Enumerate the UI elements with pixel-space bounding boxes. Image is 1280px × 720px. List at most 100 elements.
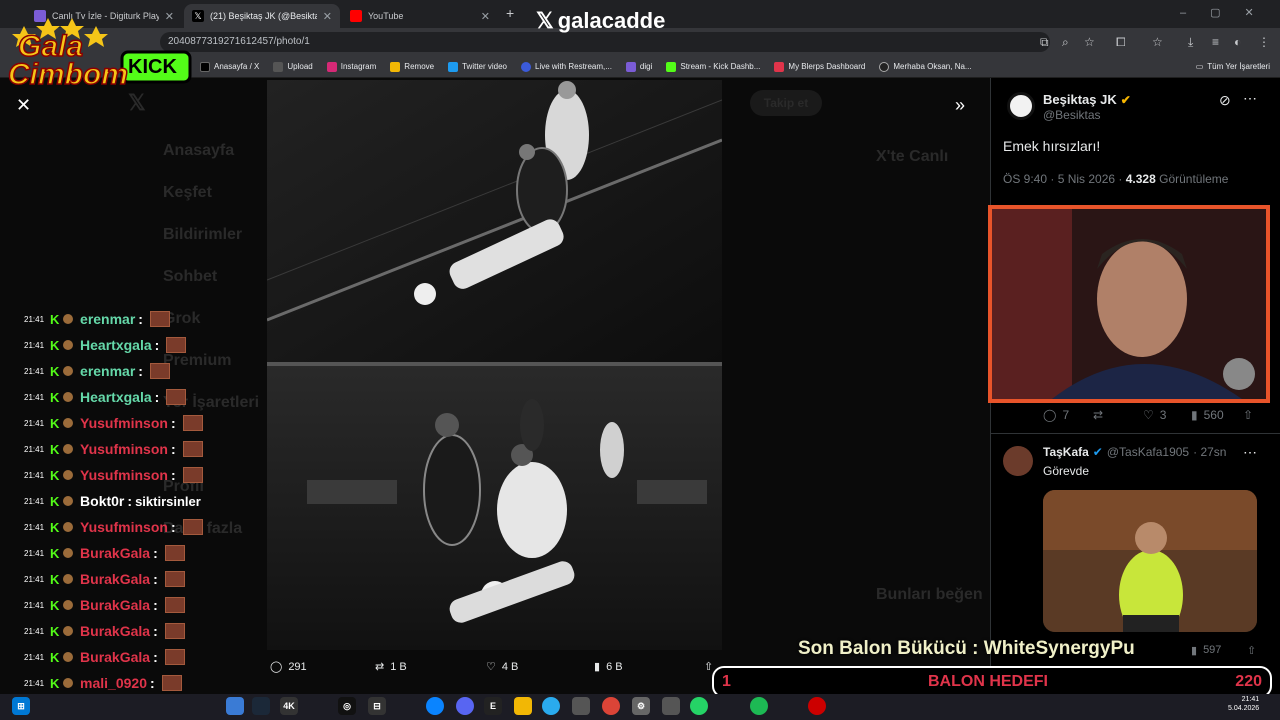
taskbar-app-icon[interactable] [426, 697, 444, 715]
chat-emote-icon [161, 675, 182, 691]
repost-icon[interactable]: ⇄ [1093, 408, 1103, 422]
chat-username[interactable]: BurakGala [80, 623, 150, 639]
avatar[interactable] [1007, 92, 1035, 120]
close-tab-icon[interactable]: ✕ [481, 10, 490, 23]
views-icon: ▮ [1191, 408, 1198, 422]
chat-username[interactable]: BurakGala [80, 649, 150, 665]
chat-emote-icon [164, 545, 185, 561]
balloon-label: Son Balon Bükücü : WhiteSynergyPu [798, 638, 1135, 659]
chat-username[interactable]: Yusufminson [80, 441, 168, 457]
share-action[interactable]: ⇧ [704, 660, 713, 673]
close-tab-icon[interactable]: ✕ [323, 10, 332, 23]
steam-icon[interactable] [252, 697, 270, 715]
chat-separator: : [170, 415, 176, 431]
whatsapp-icon[interactable] [690, 697, 708, 715]
tweet-likes[interactable]: ♡ 3 [1143, 408, 1166, 422]
settings-icon[interactable]: ⚙ [632, 697, 650, 715]
expand-panel-icon[interactable]: » [955, 95, 965, 116]
chat-username[interactable]: Heartxgala [80, 389, 152, 405]
tweet-handle[interactable]: @Besiktas [1043, 108, 1101, 122]
reply-action[interactable]: ◯ 291 [270, 660, 307, 674]
like-action[interactable]: ♡ 4 B [486, 660, 518, 674]
chat-separator: : [170, 441, 176, 457]
taskbar-app-icon[interactable]: ◎ [338, 697, 356, 715]
reading-list-icon[interactable]: ≡ [1212, 35, 1219, 49]
folder-icon[interactable] [514, 697, 532, 715]
chat-username[interactable]: erenmar [80, 311, 135, 327]
bookmark-item[interactable]: Merhaba Oksan, Na... [879, 61, 972, 72]
repost-action[interactable]: ⇄ 1 B [375, 660, 407, 674]
screen-cast-icon[interactable]: ⧉ [1040, 35, 1049, 50]
taskbar-app-icon[interactable] [662, 697, 680, 715]
kick-badge-icon: K [50, 389, 60, 405]
telegram-icon[interactable] [542, 697, 560, 715]
window-controls[interactable]: –▢✕ [1180, 6, 1278, 19]
discord-icon[interactable] [456, 697, 474, 715]
address-bar[interactable]: 2040877319271612457/photo/1 [160, 32, 1050, 52]
taskbar-app-icon[interactable]: ⊟ [368, 697, 386, 715]
grok-icon[interactable]: ⊘ [1219, 92, 1231, 109]
chat-username[interactable]: BurakGala [80, 597, 150, 613]
youtube-icon [350, 10, 362, 22]
bookmark-star-icon[interactable]: ☆ [1084, 35, 1095, 49]
share-icon[interactable]: ⇧ [1247, 644, 1256, 657]
all-bookmarks[interactable]: ▭ Tüm Yer İşaretleri [1196, 62, 1270, 71]
chat-username[interactable]: Heartxgala [80, 337, 152, 353]
more-options-icon[interactable]: ⋯ [1243, 444, 1257, 461]
epic-games-icon[interactable]: E [484, 697, 502, 715]
chat-username[interactable]: Yusufminson [80, 519, 168, 535]
chat-username[interactable]: Bokt0r [80, 493, 124, 509]
reply-author[interactable]: TaşKafa ✔ @TasKafa1905 · 27sn [1043, 445, 1226, 459]
share-icon[interactable]: ⇧ [1243, 408, 1253, 422]
taskbar-app-icon[interactable] [572, 697, 590, 715]
system-clock[interactable]: 21:41 5.04.2026 [1228, 695, 1259, 713]
profile-icon[interactable]: ◐ [1234, 35, 1241, 49]
views-action[interactable]: ▮ 6 B [594, 660, 623, 674]
download-icon[interactable]: ⤓ [1188, 35, 1193, 50]
bookmark-item[interactable]: Twitter video [448, 61, 507, 72]
tweet-photo[interactable] [267, 80, 722, 650]
ghost-likes-title: Bunları beğen [876, 586, 983, 603]
bookmark-item[interactable]: Stream - Kick Dashb... [666, 61, 760, 72]
taskbar-app-icon[interactable] [808, 697, 826, 715]
avatar[interactable] [1003, 446, 1033, 476]
reply-views[interactable]: ▮ 597 [1191, 644, 1221, 657]
folder-icon: ▭ [1195, 62, 1204, 71]
start-button-icon[interactable]: ⊞ [12, 697, 30, 715]
chat-username[interactable]: erenmar [80, 363, 135, 379]
chat-username[interactable]: Yusufminson [80, 415, 168, 431]
spotify-icon[interactable] [750, 697, 768, 715]
taskbar-app-icon[interactable] [226, 697, 244, 715]
reply-photo[interactable] [1043, 490, 1257, 632]
tab-youtube[interactable]: YouTube ✕ [342, 4, 498, 28]
bookmark-item[interactable]: digi [625, 61, 652, 72]
zoom-icon[interactable]: ⌕ [1062, 35, 1069, 50]
bookmark-item[interactable]: Live with Restream,... [521, 61, 612, 72]
tweet-author[interactable]: Beşiktaş JK ✔ [1043, 92, 1131, 107]
menu-icon[interactable]: ⋮ [1258, 35, 1270, 49]
chat-username[interactable]: BurakGala [80, 571, 150, 587]
bookmark-item[interactable]: Upload [273, 61, 313, 72]
chat-message: 21:41 K BurakGala : [0, 540, 270, 566]
new-tab-button[interactable]: + [506, 5, 514, 21]
taskbar-app-icon[interactable]: 4K [280, 697, 298, 715]
bookmark-item[interactable]: Anasayfa / X [200, 61, 259, 72]
chat-username[interactable]: Yusufminson [80, 467, 168, 483]
kick-badge-icon: K [50, 597, 60, 613]
kick-badge-icon: K [50, 649, 60, 665]
chrome-icon[interactable] [602, 697, 620, 715]
chat-message: 21:41 K Yusufminson : [0, 410, 270, 436]
tweet-replies[interactable]: ◯ 7 [1043, 408, 1069, 422]
chat-username[interactable]: BurakGala [80, 545, 150, 561]
chat-emote-icon [166, 337, 187, 353]
bookmark-item[interactable]: Remove [390, 61, 434, 72]
tab-besiktas-x[interactable]: 𝕏 (21) Beşiktaş JK (@Besiktas) / X ✕ [184, 4, 340, 28]
extensions-icon[interactable]: ⧠ [1116, 35, 1126, 50]
bookmark-star-icon[interactable]: ☆ [1152, 35, 1163, 49]
chat-username[interactable]: mali_0920 [80, 675, 147, 691]
stream-chat: 21:41 Kerenmar : 21:41 K Heartxgala : 21:41 Ke… [0, 306, 270, 706]
bookmark-item[interactable]: Instagram [326, 61, 376, 72]
tweet-views[interactable]: ▮ 560 [1191, 408, 1224, 422]
bookmark-item[interactable]: My Blerps Dashboard [774, 61, 865, 72]
more-options-icon[interactable]: ⋯ [1243, 90, 1257, 107]
